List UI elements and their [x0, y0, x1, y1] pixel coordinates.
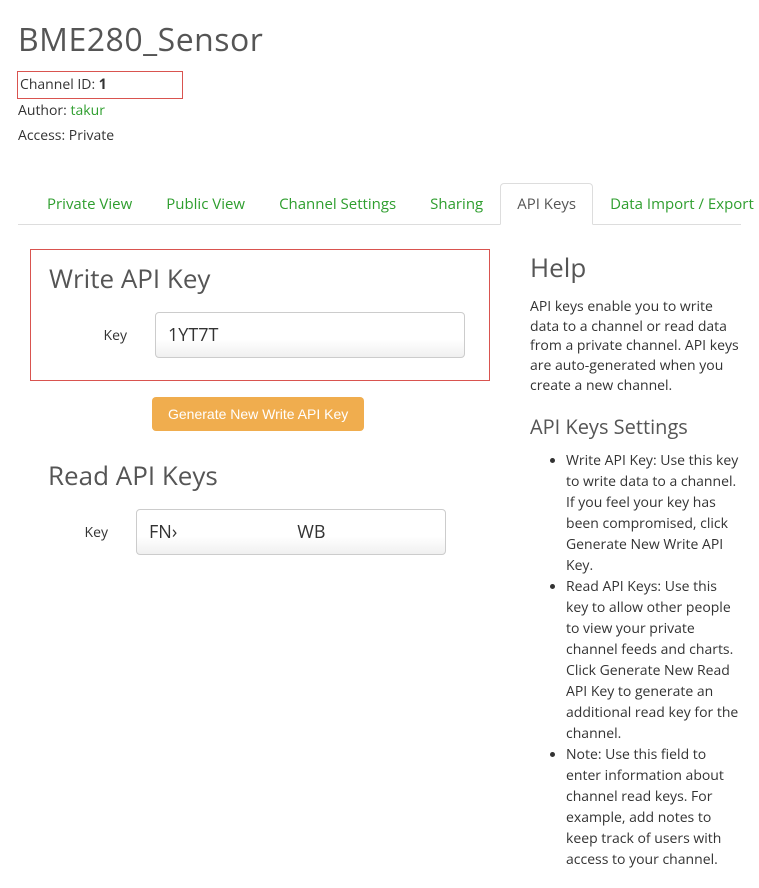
- read-key-value-start: FN›: [149, 520, 177, 544]
- read-key-input[interactable]: FN› WB: [136, 509, 446, 555]
- tab-sharing[interactable]: Sharing: [413, 183, 500, 225]
- access-label: Access:: [18, 126, 69, 145]
- write-api-key-highlight: Write API Key Key 1YT7T: [30, 249, 490, 381]
- channel-meta: Channel ID: 1 Author: takur Access: Priv…: [18, 71, 741, 148]
- read-api-keys-heading: Read API Keys: [48, 457, 472, 493]
- access-value: Private: [69, 126, 114, 145]
- tab-private-view[interactable]: Private View: [30, 183, 149, 225]
- author-label: Author:: [18, 101, 70, 120]
- channel-id-value: 1: [99, 75, 107, 94]
- author-link[interactable]: takur: [70, 101, 104, 120]
- tab-bar: Private View Public View Channel Setting…: [18, 182, 741, 225]
- help-list: Write API Key: Use this key to write dat…: [530, 450, 741, 870]
- channel-id-highlight: Channel ID: 1: [17, 71, 183, 99]
- write-api-key-heading: Write API Key: [49, 260, 471, 296]
- author-row: Author: takur: [18, 99, 741, 123]
- tab-api-keys[interactable]: API Keys: [500, 183, 593, 225]
- help-item-read: Read API Keys: Use this key to allow oth…: [566, 576, 741, 744]
- help-settings-heading: API Keys Settings: [530, 413, 741, 440]
- help-heading: Help: [530, 249, 741, 285]
- help-intro: API keys enable you to write data to a c…: [530, 297, 741, 395]
- write-key-input[interactable]: 1YT7T: [155, 312, 465, 358]
- read-key-label: Key: [78, 523, 108, 542]
- tab-channel-settings[interactable]: Channel Settings: [262, 183, 413, 225]
- help-item-note: Note: Use this field to enter informatio…: [566, 744, 741, 870]
- read-key-value-end: WB: [297, 520, 325, 544]
- write-key-label: Key: [97, 326, 127, 345]
- tab-public-view[interactable]: Public View: [149, 183, 262, 225]
- help-item-write: Write API Key: Use this key to write dat…: [566, 450, 741, 576]
- generate-write-key-button[interactable]: Generate New Write API Key: [152, 397, 364, 431]
- channel-id-label: Channel ID:: [20, 75, 99, 94]
- tab-data-import-export[interactable]: Data Import / Export: [593, 183, 759, 225]
- page-title: BME280_Sensor: [18, 18, 741, 61]
- access-row: Access: Private: [18, 124, 741, 148]
